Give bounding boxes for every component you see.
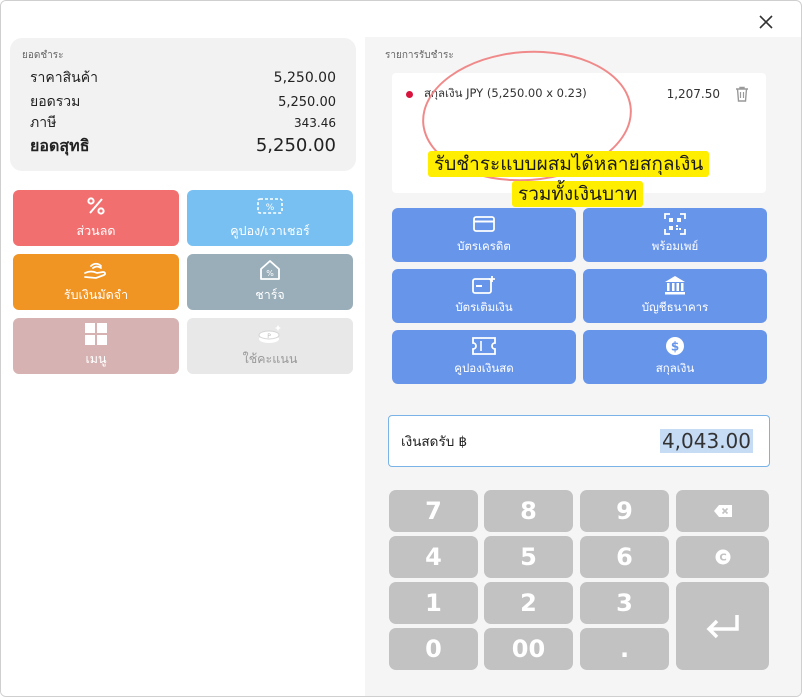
points-label: ใช้คะแนน xyxy=(242,351,298,366)
key-8[interactable]: 8 xyxy=(484,490,573,532)
payment-item-amount: 1,207.50 xyxy=(666,87,720,101)
enter-key[interactable] xyxy=(676,582,769,670)
coin-points-icon: P xyxy=(256,323,284,345)
summary-label: ยอดรวม xyxy=(30,94,81,110)
summary-label: ราคาสินค้า xyxy=(30,70,98,86)
credit-card-icon xyxy=(473,214,495,234)
house-percent-icon: % xyxy=(258,259,282,281)
bank-account-label: บัญชีธนาคาร xyxy=(641,300,709,314)
summary-value: 5,250.00 xyxy=(273,70,336,86)
left-panel: ยอดชำระ ราคาสินค้า 5,250.00 ยอดรวม 5,250… xyxy=(1,1,363,696)
right-panel: รายการรับชำระ สกุลเงิน JPY (5,250.00 x 0… xyxy=(365,37,801,696)
key-dot[interactable]: . xyxy=(580,628,669,670)
summary-value: 343.46 xyxy=(294,116,336,130)
currency-button[interactable]: $ สกุลเงิน xyxy=(583,330,767,384)
cash-coupon-label: คูปองเงินสด xyxy=(454,361,514,375)
discount-label: ส่วนลด xyxy=(76,223,116,238)
payment-dialog: ยอดชำระ ราคาสินค้า 5,250.00 ยอดรวม 5,250… xyxy=(0,0,802,697)
key-7[interactable]: 7 xyxy=(389,490,478,532)
qr-scan-icon xyxy=(664,213,686,235)
payment-summary: ยอดชำระ ราคาสินค้า 5,250.00 ยอดรวม 5,250… xyxy=(10,38,356,171)
topup-card-button[interactable]: บัตรเติมเงิน xyxy=(392,269,576,323)
ticket-icon xyxy=(472,336,496,356)
summary-row-net: ยอดสุทธิ 5,250.00 xyxy=(30,134,336,159)
menu-button[interactable]: เมนู xyxy=(13,318,179,374)
clear-icon: C xyxy=(715,549,730,565)
deposit-label: รับเงินมัดจำ xyxy=(63,287,129,302)
grid-icon xyxy=(84,323,108,345)
clear-key[interactable]: C xyxy=(676,536,769,578)
summary-label: ยอดสุทธิ xyxy=(30,136,90,155)
summary-row-price: ราคาสินค้า 5,250.00 xyxy=(30,67,336,89)
summary-row-total: ยอดรวม 5,250.00 xyxy=(30,91,336,113)
summary-label: ภาษี xyxy=(30,115,57,131)
topup-card-icon xyxy=(472,275,496,295)
payment-item-desc: สกุลเงิน JPY (5,250.00 x 0.23) xyxy=(424,86,587,100)
key-0[interactable]: 0 xyxy=(389,628,478,670)
hand-money-icon xyxy=(83,259,109,281)
key-2[interactable]: 2 xyxy=(484,582,573,624)
payment-item: สกุลเงิน JPY (5,250.00 x 0.23) 1,207.50 xyxy=(406,84,756,104)
charge-button[interactable]: % ชาร์จ xyxy=(187,254,353,310)
key-5[interactable]: 5 xyxy=(484,536,573,578)
backspace-key[interactable] xyxy=(676,490,769,532)
charge-label: ชาร์จ xyxy=(255,287,285,302)
svg-text:$: $ xyxy=(671,340,679,354)
trash-icon xyxy=(736,86,748,102)
key-3[interactable]: 3 xyxy=(580,582,669,624)
topup-card-label: บัตรเติมเงิน xyxy=(455,300,513,314)
menu-label: เมนู xyxy=(85,351,107,366)
summary-value: 5,250.00 xyxy=(278,95,336,110)
summary-value: 5,250.00 xyxy=(255,135,336,156)
key-9[interactable]: 9 xyxy=(580,490,669,532)
cash-received-input[interactable]: 4,043.00 xyxy=(659,429,753,453)
summary-caption: ยอดชำระ xyxy=(22,50,64,61)
svg-text:%: % xyxy=(266,203,275,213)
coupon-label: คูปอง/เวาเชอร์ xyxy=(230,223,310,238)
currency-dot xyxy=(406,90,413,98)
bank-account-button[interactable]: บัญชีธนาคาร xyxy=(583,269,767,323)
enter-icon xyxy=(706,615,739,639)
cash-received-field[interactable]: เงินสดรับ ฿ 4,043.00 xyxy=(388,415,770,467)
credit-card-label: บัตรเครดิต xyxy=(457,239,511,253)
delete-payment-button[interactable] xyxy=(734,84,750,104)
backspace-icon xyxy=(713,505,732,517)
deposit-button[interactable]: รับเงินมัดจำ xyxy=(13,254,179,310)
summary-row-tax: ภาษี 343.46 xyxy=(30,112,336,134)
key-4[interactable]: 4 xyxy=(389,536,478,578)
annotation-highlight-line1: รับชำระแบบผสมได้หลายสกุลเงิน xyxy=(428,151,710,177)
use-points-button[interactable]: P ใช้คะแนน xyxy=(187,318,353,374)
cash-received-label: เงินสดรับ ฿ xyxy=(401,434,468,450)
close-button[interactable] xyxy=(753,9,779,35)
promptpay-label: พร้อมเพย์ xyxy=(651,239,699,253)
promptpay-button[interactable]: พร้อมเพย์ xyxy=(583,208,767,262)
credit-card-button[interactable]: บัตรเครดิต xyxy=(392,208,576,262)
payment-list: สกุลเงิน JPY (5,250.00 x 0.23) 1,207.50 … xyxy=(392,43,766,207)
cash-coupon-button[interactable]: คูปองเงินสด xyxy=(392,330,576,384)
bank-icon xyxy=(664,275,686,295)
annotation-highlight-line2: รวมทั้งเงินบาท xyxy=(512,181,644,207)
svg-text:P: P xyxy=(267,333,271,340)
svg-text:C: C xyxy=(719,553,726,564)
close-icon xyxy=(759,15,773,29)
coupon-voucher-button[interactable]: % คูปอง/เวาเชอร์ xyxy=(187,190,353,246)
currency-label: สกุลเงิน xyxy=(655,361,695,375)
percent-icon xyxy=(86,195,106,217)
dollar-coin-icon: $ xyxy=(665,336,685,356)
coupon-icon: % xyxy=(257,195,283,217)
key-6[interactable]: 6 xyxy=(580,536,669,578)
key-1[interactable]: 1 xyxy=(389,582,478,624)
key-00[interactable]: 00 xyxy=(484,628,573,670)
svg-text:%: % xyxy=(266,269,274,278)
discount-button[interactable]: ส่วนลด xyxy=(13,190,179,246)
payment-list-caption: รายการรับชำระ xyxy=(385,50,454,61)
